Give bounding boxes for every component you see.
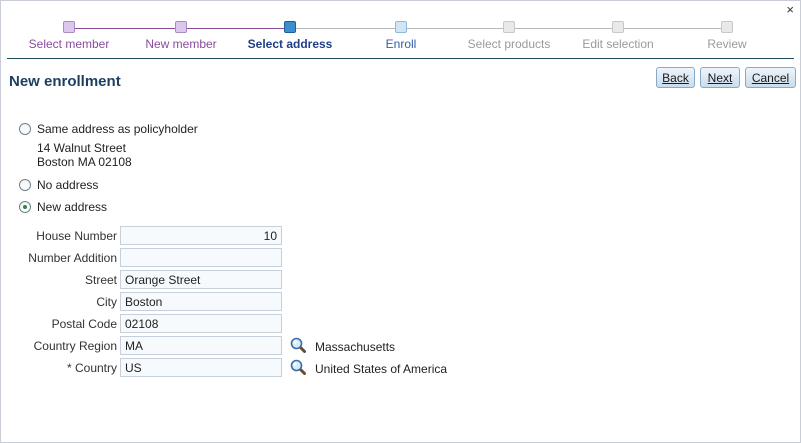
postal-code-input[interactable]: [120, 314, 282, 333]
same-address-label: Same address as policyholder: [37, 122, 198, 136]
step-new-member[interactable]: New member: [121, 21, 241, 51]
step-marker: [284, 21, 296, 33]
step-select-address[interactable]: Select address: [230, 21, 350, 51]
step-select-member[interactable]: Select member: [9, 21, 129, 51]
step-label: Select member: [28, 37, 110, 51]
country-region-resolved: Massachusetts: [315, 340, 396, 354]
magnifier-icon[interactable]: [290, 359, 306, 375]
step-label: Edit selection: [582, 37, 654, 51]
new-address-radio[interactable]: [19, 201, 31, 213]
step-enroll[interactable]: Enroll: [341, 21, 461, 51]
postal-code-label: Postal Code: [51, 317, 117, 331]
step-marker: [63, 21, 75, 33]
header-divider: [7, 58, 794, 59]
policyholder-address-line1: 14 Walnut Street: [37, 141, 126, 155]
no-address-radio[interactable]: [19, 179, 31, 191]
step-select-products: Select products: [449, 21, 569, 51]
step-label: Enroll: [385, 37, 417, 51]
dialog-window: × Select member New member Select addres…: [0, 0, 801, 443]
country-label: * Country: [66, 361, 117, 375]
country-region-label: Country Region: [33, 339, 117, 353]
step-marker: [175, 21, 187, 33]
house-number-input[interactable]: [120, 226, 282, 245]
step-marker: [612, 21, 624, 33]
next-button[interactable]: Next: [700, 67, 740, 88]
option-same-address[interactable]: Same address as policyholder: [19, 122, 198, 136]
back-button[interactable]: Back: [656, 67, 695, 88]
step-label: Review: [707, 37, 747, 51]
number-addition-label: Number Addition: [28, 251, 117, 265]
step-edit-selection: Edit selection: [558, 21, 678, 51]
number-addition-input[interactable]: [120, 248, 282, 267]
option-no-address[interactable]: No address: [19, 178, 98, 192]
option-new-address[interactable]: New address: [19, 200, 107, 214]
magnifier-icon[interactable]: [290, 337, 306, 353]
step-marker: [395, 21, 407, 33]
new-address-label: New address: [37, 200, 108, 214]
country-region-row: Country Region Massachusetts: [1, 336, 501, 356]
step-label: New member: [145, 37, 217, 51]
country-region-input[interactable]: [120, 336, 282, 355]
street-label: Street: [84, 273, 117, 287]
house-number-label: House Number: [36, 229, 117, 243]
city-label: City: [96, 295, 117, 309]
country-resolved: United States of America: [315, 362, 448, 376]
country-input[interactable]: [120, 358, 282, 377]
no-address-label: No address: [37, 178, 99, 192]
close-icon[interactable]: ×: [786, 3, 794, 17]
step-review: Review: [667, 21, 787, 51]
policyholder-address-line2: Boston MA 02108: [37, 155, 132, 169]
step-marker: [721, 21, 733, 33]
city-input[interactable]: [120, 292, 282, 311]
page-title: New enrollment: [9, 73, 121, 90]
step-marker: [503, 21, 515, 33]
step-label: Select products: [467, 37, 551, 51]
country-row: * Country United States of America: [1, 358, 501, 378]
same-address-radio[interactable]: [19, 123, 31, 135]
cancel-button[interactable]: Cancel: [745, 67, 796, 88]
wizard-steps: Select member New member Select address …: [1, 21, 801, 55]
step-label: Select address: [247, 37, 333, 51]
street-input[interactable]: [120, 270, 282, 289]
